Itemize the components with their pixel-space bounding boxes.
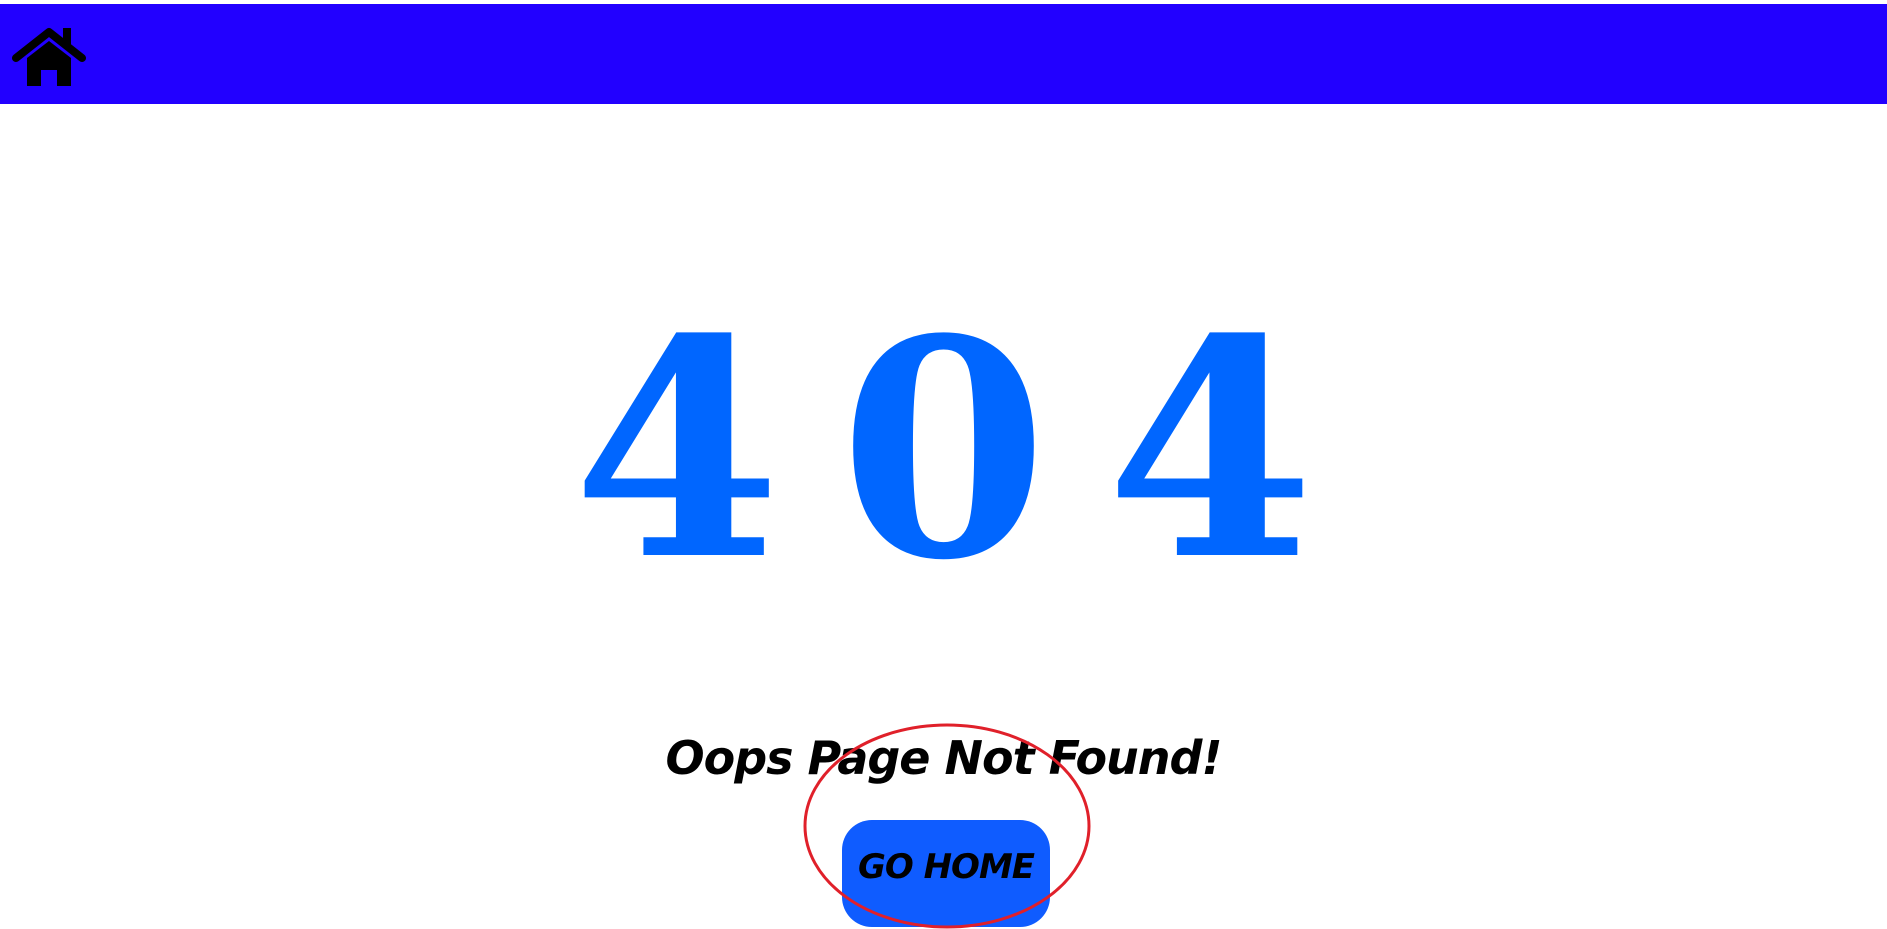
navbar (0, 4, 1887, 104)
not-found-message: Oops Page Not Found! (665, 731, 1223, 785)
error-code: 404 (572, 273, 1373, 626)
home-icon[interactable] (12, 24, 86, 88)
go-home-button-label: GO HOME (857, 846, 1035, 887)
home-icon-graphic (12, 28, 86, 86)
page: 404 Oops Page Not Found! GO HOME (0, 0, 1887, 929)
go-home-button[interactable]: GO HOME (842, 820, 1050, 927)
